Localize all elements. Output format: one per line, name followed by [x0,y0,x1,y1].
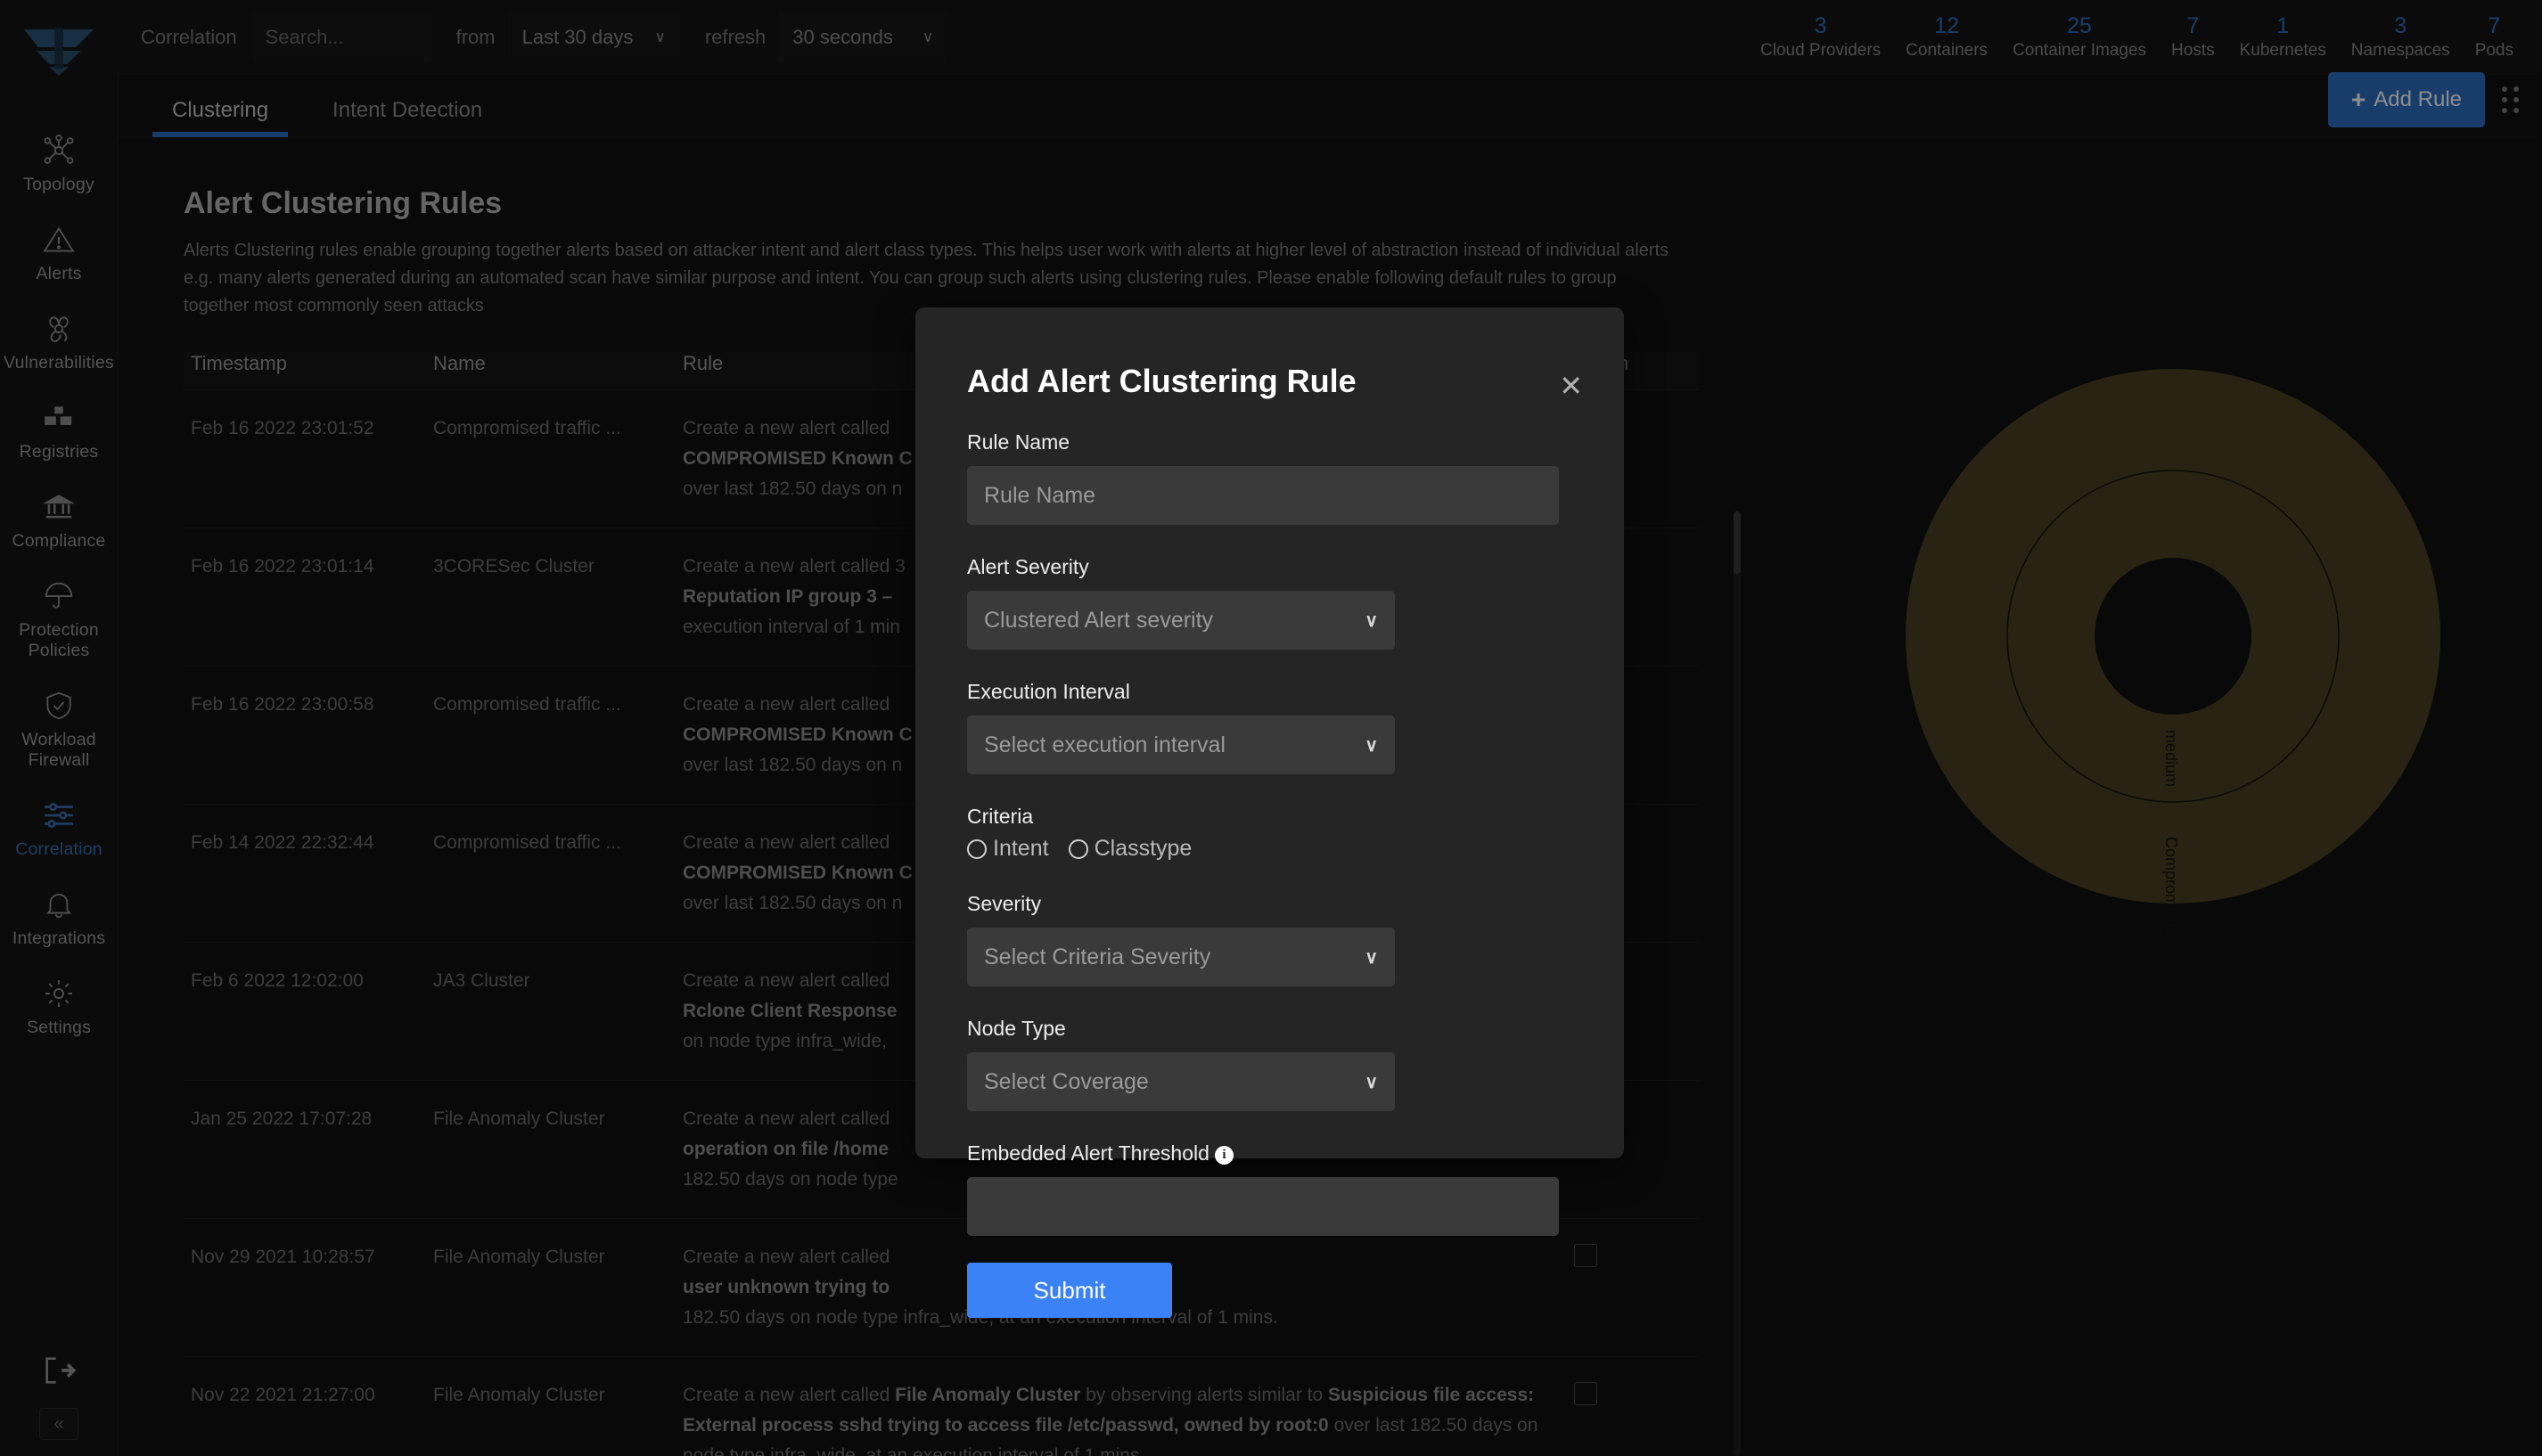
modal-title: Add Alert Clustering Rule [967,363,1357,399]
alert-severity-value: Clustered Alert severity [984,607,1214,633]
chevron-down-icon: ∨ [1365,1072,1378,1092]
node-type-value: Select Coverage [984,1068,1149,1094]
alert-severity-select[interactable]: Clustered Alert severity ∨ [967,591,1395,650]
embedded-alert-threshold-text: Embedded Alert Threshold [967,1141,1210,1165]
execution-interval-value: Select execution interval [984,732,1226,757]
severity-label: Severity [967,892,1042,915]
criteria-radio-classtype[interactable]: Classtype [1068,836,1193,862]
add-alert-clustering-rule-modal: Add Alert Clustering Rule ✕ Rule Name Al… [915,307,1624,1318]
radio-circle-icon [1068,838,1088,859]
rule-name-input[interactable] [967,466,1559,525]
chevron-down-icon: ∨ [1365,610,1378,631]
chevron-down-icon: ∨ [1365,735,1378,756]
execution-interval-label: Execution Interval [967,680,1130,703]
radio-circle-icon [967,838,987,859]
criteria-label: Criteria [967,805,1034,828]
alert-severity-label: Alert Severity [967,555,1089,578]
app-root: Topology Alerts Vulnerabilities Registri… [0,0,2542,1456]
embedded-alert-threshold-label: Embedded Alert Threshold i [967,1141,1572,1166]
rule-name-label: Rule Name [967,430,1070,454]
execution-interval-select[interactable]: Select execution interval ∨ [967,716,1395,774]
node-type-label: Node Type [967,1017,1066,1040]
criteria-radio-intent[interactable]: Intent [967,836,1049,862]
criteria-option-label: Classtype [1094,836,1193,861]
submit-button[interactable]: Submit [967,1263,1172,1318]
criteria-radio-group: Intent Classtype [967,836,1572,862]
info-icon[interactable]: i [1214,1146,1234,1165]
close-icon[interactable]: ✕ [1559,372,1583,400]
chevron-down-icon: ∨ [1365,947,1378,968]
criteria-option-label: Intent [993,836,1049,861]
embedded-alert-threshold-input[interactable] [967,1177,1559,1236]
node-type-select[interactable]: Select Coverage ∨ [967,1052,1395,1111]
criteria-severity-select[interactable]: Select Criteria Severity ∨ [967,928,1395,986]
criteria-severity-value: Select Criteria Severity [984,944,1211,969]
